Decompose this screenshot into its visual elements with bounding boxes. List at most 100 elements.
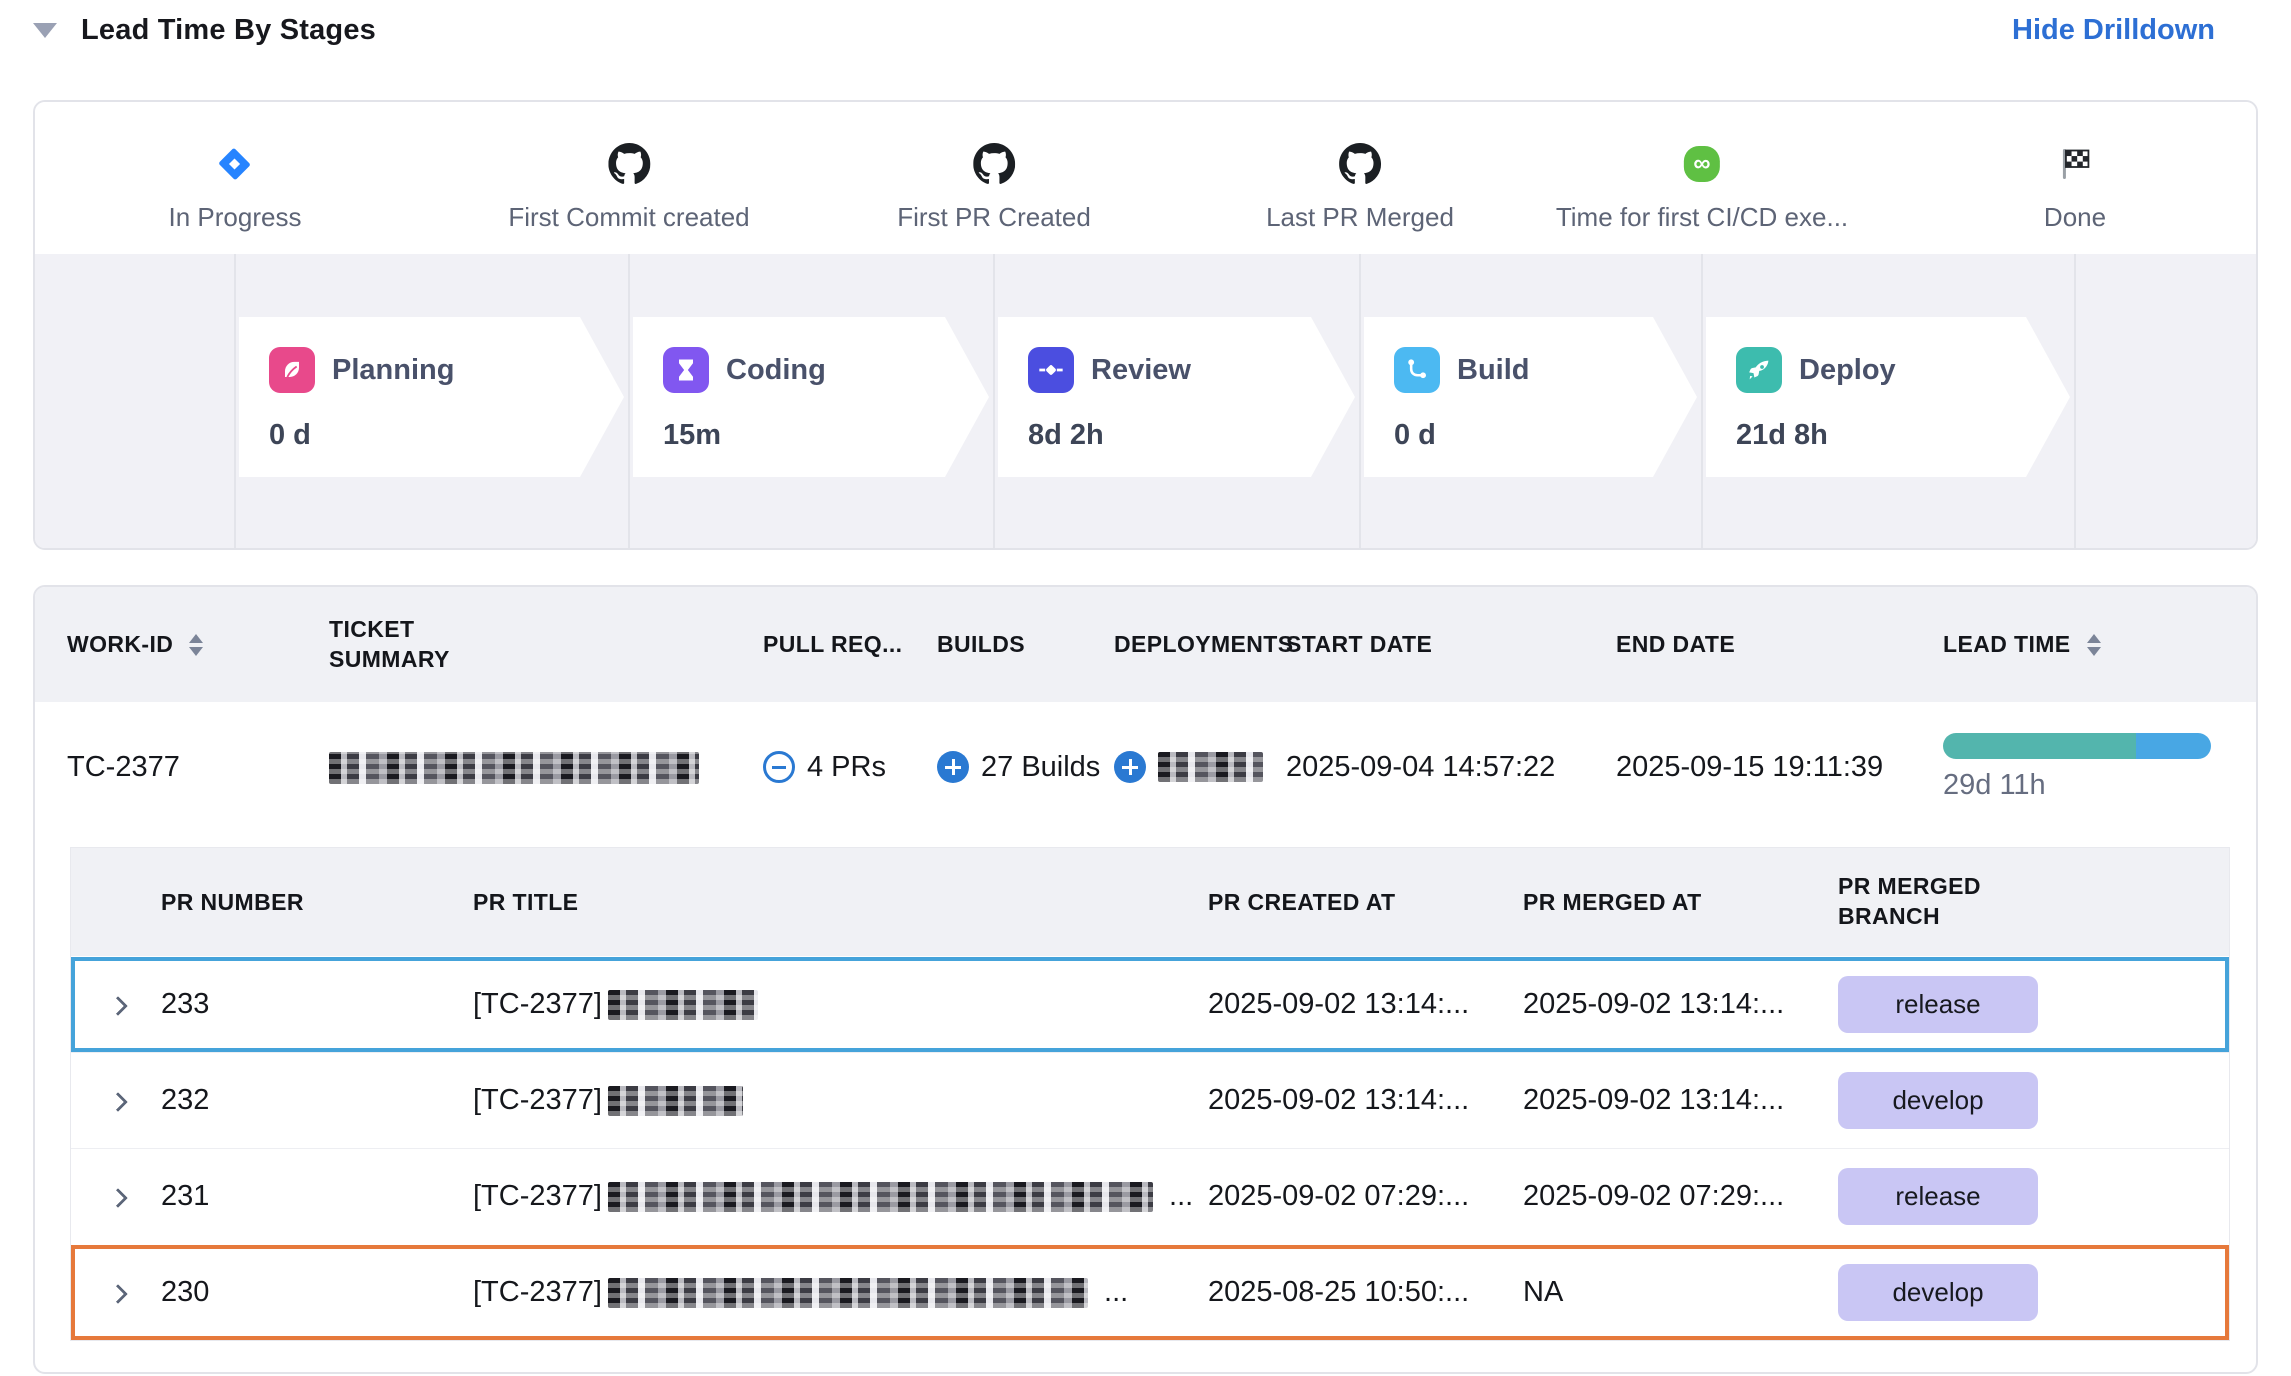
page-header: Lead Time By Stages Hide Drilldown	[33, 14, 2215, 47]
redacted-text	[608, 1278, 1088, 1308]
pr-table-row[interactable]: 233 [TC-2377] 2025-09-02 13:14:... 2025-…	[71, 956, 2229, 1052]
github-icon	[973, 134, 1015, 194]
expand-plus-icon[interactable]	[1114, 751, 1146, 783]
redacted-text	[608, 1086, 743, 1116]
ticket-summary-redacted	[329, 750, 763, 783]
work-table-header: WORK-ID TICKET SUMMARY PULL REQ... BUILD…	[35, 587, 2256, 702]
chevron-right-icon[interactable]	[108, 996, 128, 1016]
pr-merged-at: 2025-09-02 13:14:...	[1523, 1084, 1838, 1117]
pr-merged-at: 2025-09-02 07:29:...	[1523, 1180, 1838, 1213]
pr-created-at: 2025-09-02 07:29:...	[1208, 1180, 1523, 1213]
stage-duration: 8d 2h	[1028, 419, 1355, 452]
pr-number: 233	[161, 988, 473, 1021]
pr-title: [TC-2377]	[473, 1084, 1208, 1117]
stage-arrows-zone: Planning 0 d Coding 15m Review 8d 2h	[35, 254, 2256, 548]
build-count: 27 Builds	[981, 751, 1100, 784]
column-work-id: WORK-ID	[67, 631, 329, 658]
collapse-minus-icon[interactable]	[763, 751, 795, 783]
stage-planning: Planning 0 d	[239, 317, 624, 477]
stage-duration: 0 d	[1394, 419, 1697, 452]
page-title: Lead Time By Stages	[81, 14, 376, 47]
pr-created-at: 2025-09-02 13:14:...	[1208, 1084, 1523, 1117]
stage-name: Build	[1457, 354, 1530, 387]
stage-name: Coding	[726, 354, 826, 387]
redacted-text	[608, 1182, 1153, 1212]
lead-time-bar	[1943, 733, 2211, 759]
redacted-text	[329, 752, 699, 784]
pr-number: 230	[161, 1276, 473, 1309]
milestone-label: Done	[2044, 202, 2106, 233]
planning-icon	[269, 347, 315, 393]
stage-duration: 15m	[663, 419, 989, 452]
milestone-label: First PR Created	[897, 202, 1091, 233]
pr-table: PR NUMBER PR TITLE PR CREATED AT PR MERG…	[70, 847, 2230, 1341]
drilldown-table-panel: WORK-ID TICKET SUMMARY PULL REQ... BUILD…	[33, 585, 2258, 1374]
branch-badge: release	[1838, 976, 2038, 1033]
pr-table-row[interactable]: 230 [TC-2377] ... 2025-08-25 10:50:... N…	[71, 1244, 2229, 1340]
branch-badge: release	[1838, 1168, 2038, 1225]
column-pr-merged-branch: PR MERGED BRANCH	[1838, 872, 2028, 932]
column-pr-title: PR TITLE	[473, 889, 1208, 916]
column-pull-requests: PULL REQ...	[763, 631, 937, 658]
lead-time-stages-panel: In Progress First Commit created First P…	[33, 100, 2258, 550]
milestone-cicd: ∞ Time for first CI/CD exe...	[1556, 134, 1848, 233]
divider	[1359, 254, 1361, 548]
column-pr-number: PR NUMBER	[161, 889, 473, 916]
sort-icon[interactable]	[2087, 634, 2101, 656]
divider	[2074, 254, 2076, 548]
divider	[993, 254, 995, 548]
branch-badge: develop	[1838, 1264, 2038, 1321]
redacted-text	[1158, 752, 1263, 782]
deploy-rocket-icon	[1736, 347, 1782, 393]
milestone-label: Last PR Merged	[1266, 202, 1454, 233]
pr-merged-at: 2025-09-02 13:14:...	[1523, 988, 1838, 1021]
milestone-label: First Commit created	[508, 202, 749, 233]
divider	[628, 254, 630, 548]
collapse-triangle-icon[interactable]	[33, 23, 57, 38]
column-deployments: DEPLOYMENTS	[1114, 631, 1286, 658]
stage-review: Review 8d 2h	[998, 317, 1355, 477]
milestone-first-commit: First Commit created	[508, 134, 749, 233]
milestone-label: Time for first CI/CD exe...	[1556, 202, 1848, 233]
work-table-row[interactable]: TC-2377 4 PRs 27 Builds 2025-09-04 14:57…	[35, 702, 2256, 832]
column-lead-time: LEAD TIME	[1943, 631, 2256, 658]
milestone-in-progress: In Progress	[169, 134, 302, 233]
deployments-cell	[1114, 751, 1286, 783]
column-start-date: START DATE	[1286, 631, 1616, 658]
pr-title: [TC-2377]	[473, 988, 1208, 1021]
build-branch-icon	[1394, 347, 1440, 393]
pr-title: [TC-2377] ...	[473, 1276, 1208, 1309]
cicd-infinity-icon: ∞	[1684, 134, 1720, 194]
checkered-flag-icon	[2057, 134, 2093, 194]
sort-icon[interactable]	[189, 634, 203, 656]
pr-table-row[interactable]: 231 [TC-2377] ... 2025-09-02 07:29:... 2…	[71, 1148, 2229, 1244]
stage-coding: Coding 15m	[633, 317, 989, 477]
pr-table-header: PR NUMBER PR TITLE PR CREATED AT PR MERG…	[71, 848, 2229, 956]
column-builds: BUILDS	[937, 631, 1114, 658]
coding-hourglass-icon	[663, 347, 709, 393]
hide-drilldown-link[interactable]: Hide Drilldown	[2012, 14, 2215, 47]
chevron-right-icon[interactable]	[108, 1092, 128, 1112]
start-date-value: 2025-09-04 14:57:22	[1286, 751, 1616, 784]
end-date-value: 2025-09-15 19:11:39	[1616, 751, 1943, 784]
stage-build: Build 0 d	[1364, 317, 1697, 477]
divider	[1701, 254, 1703, 548]
pr-table-row[interactable]: 232 [TC-2377] 2025-09-02 13:14:... 2025-…	[71, 1052, 2229, 1148]
pr-count: 4 PRs	[807, 751, 886, 784]
stage-name: Deploy	[1799, 354, 1896, 387]
stage-duration: 0 d	[269, 419, 624, 452]
work-id-value: TC-2377	[67, 751, 329, 784]
expand-plus-icon[interactable]	[937, 751, 969, 783]
lead-time-bar-segment	[2136, 733, 2211, 759]
milestone-label: In Progress	[169, 202, 302, 233]
lead-time-bar-segment	[1943, 733, 2136, 759]
chevron-right-icon[interactable]	[108, 1284, 128, 1304]
divider	[234, 254, 236, 548]
stage-name: Review	[1091, 354, 1191, 387]
milestone-done: Done	[2044, 134, 2106, 233]
lead-time-cell: 29d 11h	[1943, 733, 2256, 802]
redacted-text	[608, 990, 758, 1020]
pr-number: 232	[161, 1084, 473, 1117]
chevron-right-icon[interactable]	[108, 1188, 128, 1208]
milestone-first-pr: First PR Created	[897, 134, 1091, 233]
